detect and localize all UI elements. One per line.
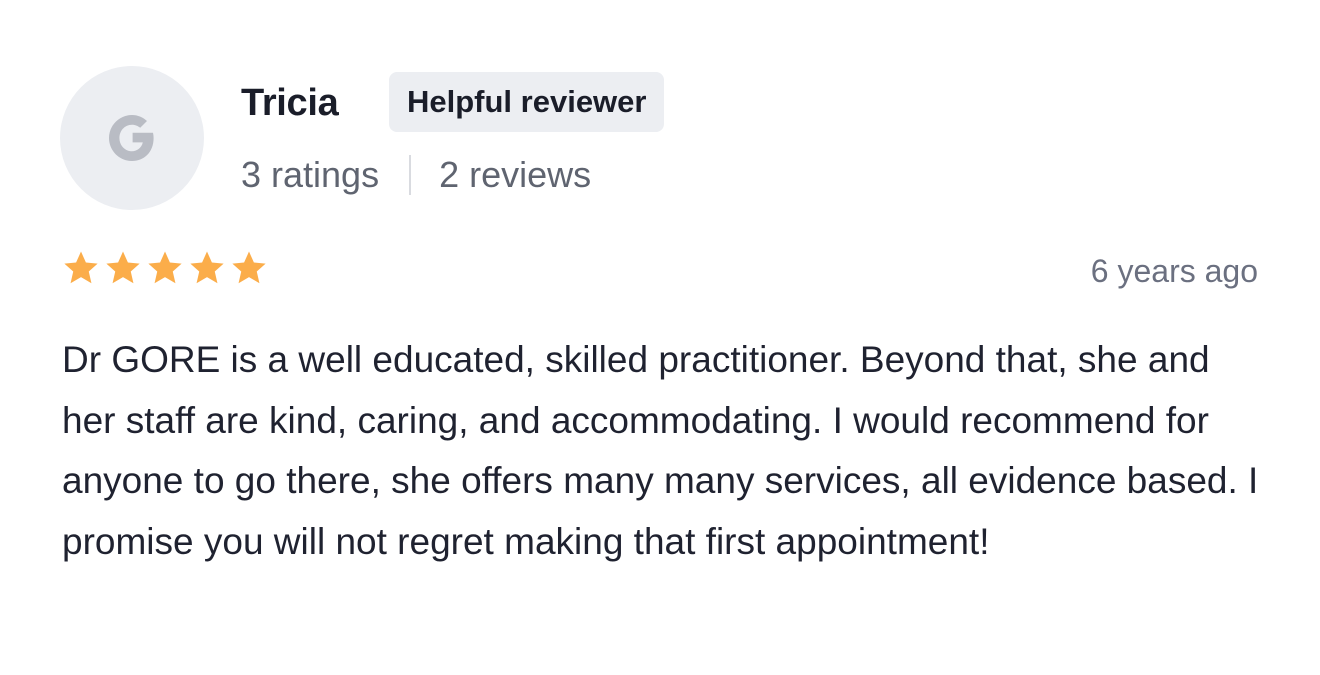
google-g-icon bbox=[105, 111, 159, 165]
stats-divider bbox=[409, 155, 412, 195]
review-text: Dr GORE is a well educated, skilled prac… bbox=[62, 339, 1259, 562]
star-icon bbox=[232, 251, 266, 284]
reviewer-name[interactable]: Tricia bbox=[241, 80, 339, 126]
star-icon bbox=[106, 251, 140, 284]
review-timestamp: 6 years ago bbox=[1090, 253, 1258, 289]
star-icon bbox=[148, 251, 182, 284]
ratings-count: 3 ratings bbox=[241, 154, 380, 195]
avatar[interactable] bbox=[60, 66, 204, 210]
star-icon bbox=[64, 251, 98, 284]
reviewer-stats: 3 ratings 2 reviews bbox=[241, 152, 591, 198]
star-icon bbox=[190, 251, 224, 284]
helpful-reviewer-badge: Helpful reviewer bbox=[389, 72, 665, 132]
reviews-count: 2 reviews bbox=[439, 154, 592, 195]
star-rating bbox=[62, 249, 268, 287]
